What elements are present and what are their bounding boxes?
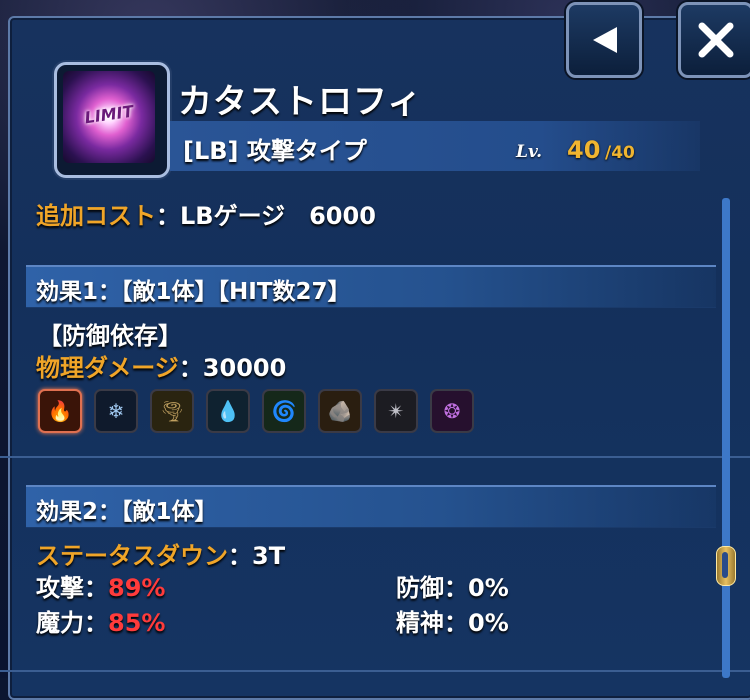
stat-label: 魔力： <box>36 609 108 637</box>
level-max: /40 <box>605 143 635 163</box>
damage-label: 物理ダメージ <box>36 354 179 382</box>
back-arrow-icon <box>593 27 617 53</box>
scrollbar-track[interactable] <box>722 198 730 678</box>
level-current: 40 <box>567 136 601 164</box>
stat-value: 85% <box>108 609 166 637</box>
earth-element-icon: 🪨 <box>318 389 362 433</box>
icon-label: LIMIT <box>83 101 135 128</box>
water-element-icon: 💧 <box>206 389 250 433</box>
ice-element-icon: ❄ <box>94 389 138 433</box>
skill-name: カタストロフィ <box>178 82 423 122</box>
section-divider-bottom <box>0 670 750 672</box>
effect1-header: 効果1：【敵1体】【HIT数27】 <box>26 265 716 308</box>
stat-value: 89% <box>108 574 166 602</box>
limit-burst-icon: LIMIT <box>63 71 155 163</box>
stat-label: 攻撃： <box>36 574 108 602</box>
effect1-dependency: 【防御依存】 <box>38 322 182 350</box>
dark-element-icon: ❂ <box>430 389 474 433</box>
section-divider <box>0 456 750 458</box>
cost-label: 追加コスト <box>36 202 156 230</box>
status-row: ステータスダウン：3T <box>36 536 285 571</box>
level-label: Lv. <box>516 142 543 162</box>
wind-element-icon: 🌪 <box>150 389 194 433</box>
stat-label: 精神： <box>396 609 468 637</box>
status-value: ：3T <box>228 542 286 570</box>
effect2-title: 効果2：【敵1体】 <box>36 499 218 525</box>
close-button[interactable] <box>678 2 750 78</box>
damage-value: ：30000 <box>178 354 287 382</box>
stat-spirit: 精神：0% <box>396 603 509 638</box>
status-label: ステータスダウン <box>36 542 228 570</box>
light-element-icon: ✴ <box>374 389 418 433</box>
effect2-header: 効果2：【敵1体】 <box>26 485 716 528</box>
damage-row: 物理ダメージ：30000 <box>36 348 286 383</box>
effect1-title: 効果1：【敵1体】【HIT数27】 <box>36 279 351 305</box>
stat-defense: 防御：0% <box>396 568 509 603</box>
skill-type: [LB] 攻撃タイプ <box>183 137 367 165</box>
stat-attack: 攻撃：89% <box>36 568 165 603</box>
limit-skill-icon: LIMIT <box>54 62 170 178</box>
stat-magic: 魔力：85% <box>36 603 165 638</box>
cost-value: ：LBゲージ 6000 <box>156 202 376 230</box>
close-icon <box>698 22 734 58</box>
stat-value: 0% <box>468 609 509 637</box>
scrollbar-thumb[interactable] <box>716 546 736 586</box>
cost-row: 追加コスト：LBゲージ 6000 <box>36 196 376 231</box>
fire-element-icon: 🔥 <box>38 389 82 433</box>
back-button[interactable] <box>566 2 642 78</box>
stat-label: 防御： <box>396 574 468 602</box>
lightning-element-icon: 🌀 <box>262 389 306 433</box>
stat-value: 0% <box>468 574 509 602</box>
